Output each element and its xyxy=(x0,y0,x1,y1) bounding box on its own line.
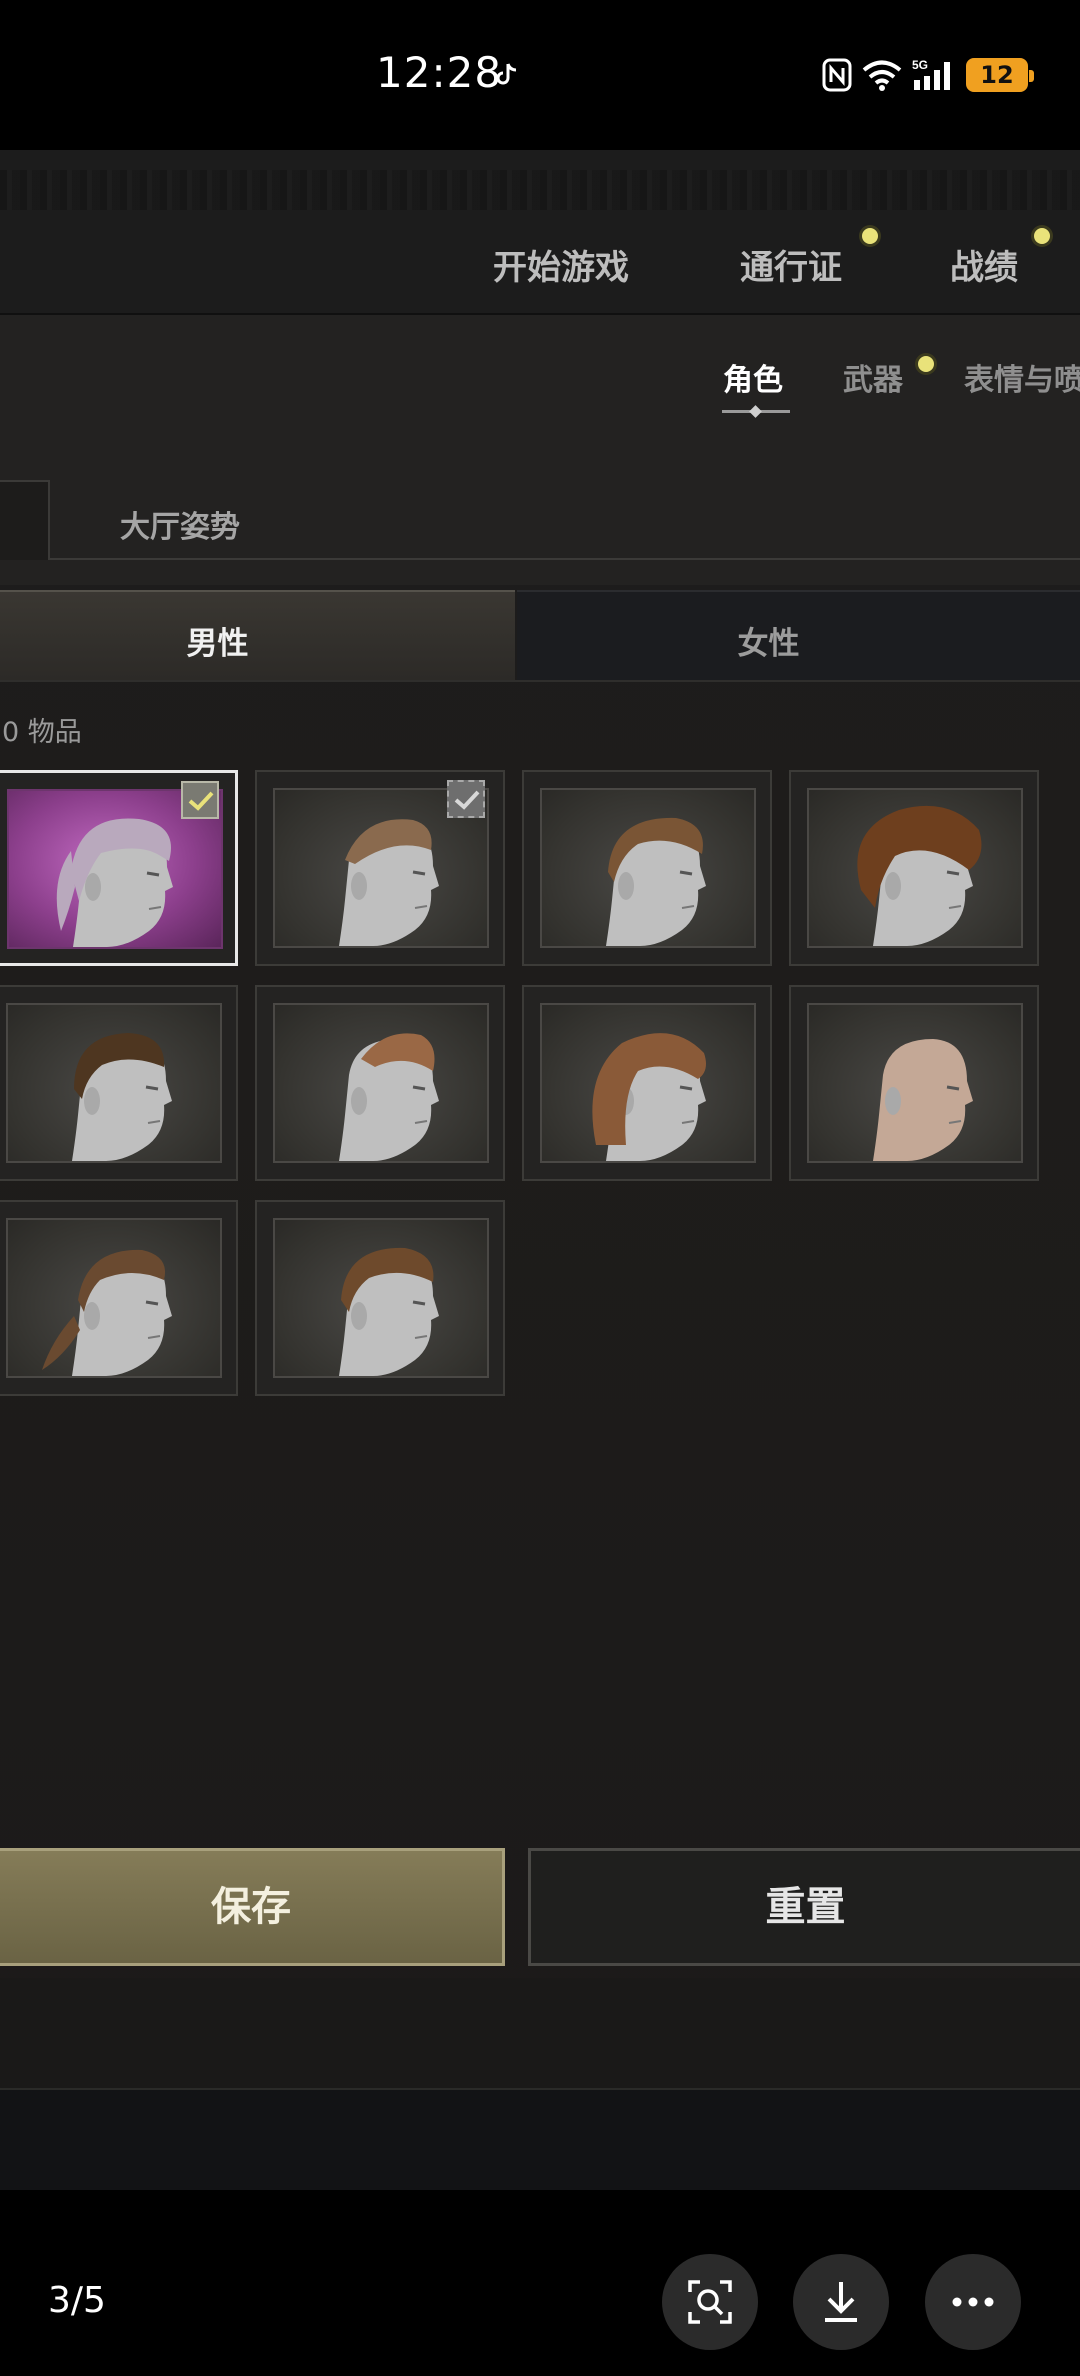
pass-notification-dot xyxy=(862,228,878,244)
bottom-panel xyxy=(0,1978,1080,2088)
tab-weapons[interactable]: 武器 xyxy=(843,355,903,399)
status-icons: 5G 12 xyxy=(822,58,1034,92)
owned-check-icon xyxy=(447,780,485,818)
network-label: 5G xyxy=(912,58,928,72)
hair-item[interactable] xyxy=(255,985,505,1181)
status-bar: 12:28 5G 12 xyxy=(0,0,1080,150)
hair-item[interactable] xyxy=(789,770,1039,966)
gender-selector: 男性 女性 xyxy=(0,590,1080,680)
more-options-button[interactable] xyxy=(925,2254,1021,2350)
hair-preview xyxy=(6,1218,222,1378)
gender-female-label: 女性 xyxy=(737,626,800,662)
tiktok-icon xyxy=(496,62,518,88)
tab-character[interactable]: 角色 xyxy=(723,355,783,399)
hair-item[interactable] xyxy=(0,770,238,966)
category-tabs-underline xyxy=(48,558,1080,560)
viewer-bar: 3/5 xyxy=(0,2190,1080,2376)
hair-preview xyxy=(540,788,756,948)
top-nav: 开始游戏 通行证 战绩 xyxy=(0,210,1080,315)
tab-pass[interactable]: 通行证 xyxy=(740,240,842,289)
hair-preview xyxy=(273,1218,489,1378)
equipped-check-icon xyxy=(181,781,219,819)
battery-icon: 12 xyxy=(966,58,1034,92)
items-count: 0 物品 xyxy=(2,717,82,748)
bottom-shade xyxy=(0,2090,1080,2190)
status-time: 12:28 xyxy=(376,48,503,97)
reset-button[interactable]: 重置 xyxy=(528,1848,1080,1966)
hair-preview xyxy=(273,1003,489,1163)
tab-start-game[interactable]: 开始游戏 xyxy=(493,240,629,289)
hair-preview xyxy=(807,1003,1023,1163)
hair-item[interactable] xyxy=(255,1200,505,1396)
hair-item[interactable] xyxy=(0,985,238,1181)
hair-preview xyxy=(540,1003,756,1163)
image-search-button[interactable] xyxy=(662,2254,758,2350)
nfc-icon xyxy=(822,58,852,92)
gender-male-label: 男性 xyxy=(186,626,249,662)
stats-notification-dot xyxy=(1034,228,1050,244)
hair-preview xyxy=(6,1003,222,1163)
save-button[interactable]: 保存 xyxy=(0,1848,505,1966)
download-button[interactable] xyxy=(793,2254,889,2350)
hair-item[interactable] xyxy=(522,770,772,966)
hair-preview xyxy=(807,788,1023,948)
tab-active-category[interactable] xyxy=(0,480,50,560)
wifi-icon xyxy=(862,59,902,91)
hair-item[interactable] xyxy=(522,985,772,1181)
hair-item[interactable] xyxy=(0,1200,238,1396)
tab-emotes[interactable]: 表情与喷 xyxy=(964,355,1080,399)
hair-item[interactable] xyxy=(255,770,505,966)
gender-divider xyxy=(0,680,1080,682)
tab-stats[interactable]: 战绩 xyxy=(950,240,1018,289)
signal-icon: 5G xyxy=(912,58,956,92)
game-screen: 开始游戏 通行证 战绩 角色 武器 表情与喷 大厅姿势 男性 女性 0 物品 保… xyxy=(0,150,1080,2190)
active-tab-indicator xyxy=(722,410,790,413)
weapons-notification-dot xyxy=(918,356,934,372)
category-tabs: 大厅姿势 xyxy=(0,480,1080,560)
page-indicator: 3/5 xyxy=(48,2280,106,2321)
gender-female-button[interactable]: 女性 xyxy=(517,590,1080,680)
hair-item[interactable] xyxy=(789,985,1039,1181)
gender-male-button[interactable]: 男性 xyxy=(0,590,515,680)
top-decoration xyxy=(0,170,1080,210)
tab-lobby-pose[interactable]: 大厅姿势 xyxy=(120,502,240,546)
